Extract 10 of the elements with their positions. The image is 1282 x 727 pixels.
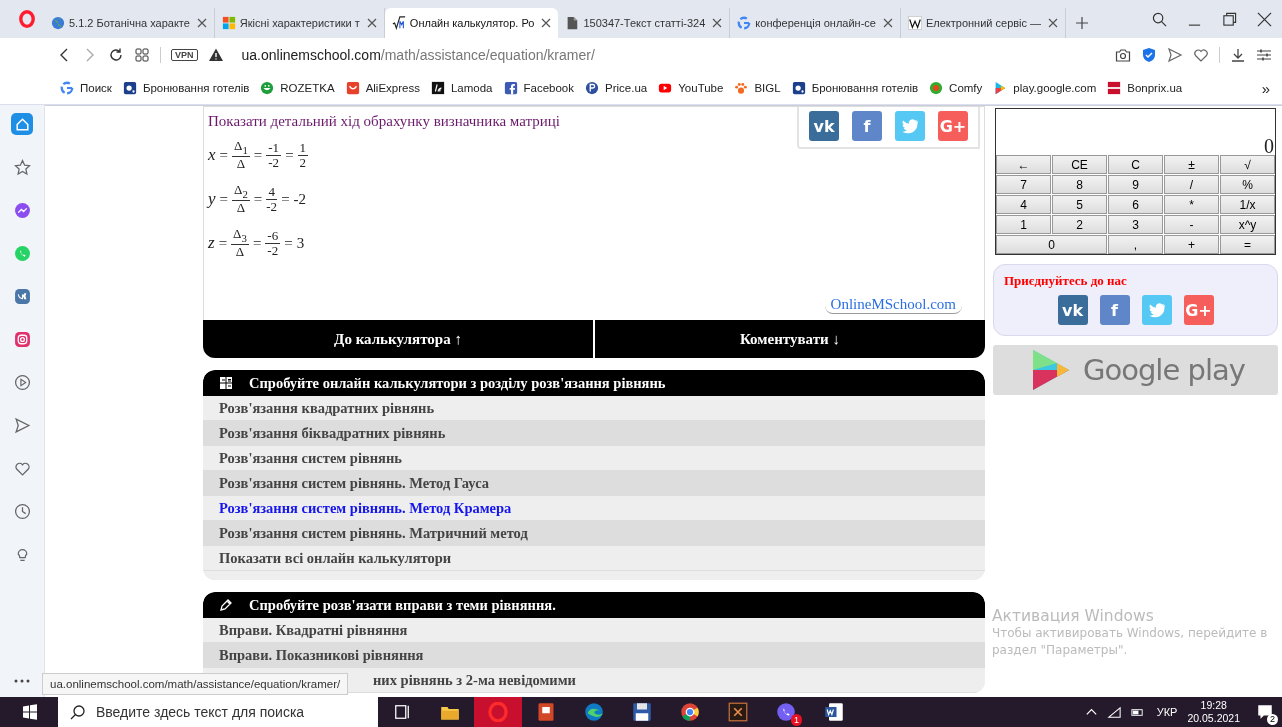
join-title: Приєднуйтесь до нас (1004, 273, 1128, 289)
calculator-display: 0 (1263, 134, 1275, 155)
clock-time: 19:28 (1200, 699, 1227, 712)
section-title: Спробуйте онлайн калькулятори з розділу розв'язання рівнянь (249, 374, 666, 392)
activation-title: Активация Windows (992, 607, 1155, 625)
link-tooltip: ua.onlinemschool.com/math/assistance/equation/kramer/ (42, 673, 349, 695)
section-title: Спробуйте розв'язати вправи з теми рівняння. (249, 596, 556, 614)
clock-date: 20.05.2021 (1187, 712, 1240, 725)
activation-note: раздел "Параметры". (992, 642, 1129, 659)
activation-note: Чтобы активировать Windows, перейдите в (992, 625, 1268, 642)
